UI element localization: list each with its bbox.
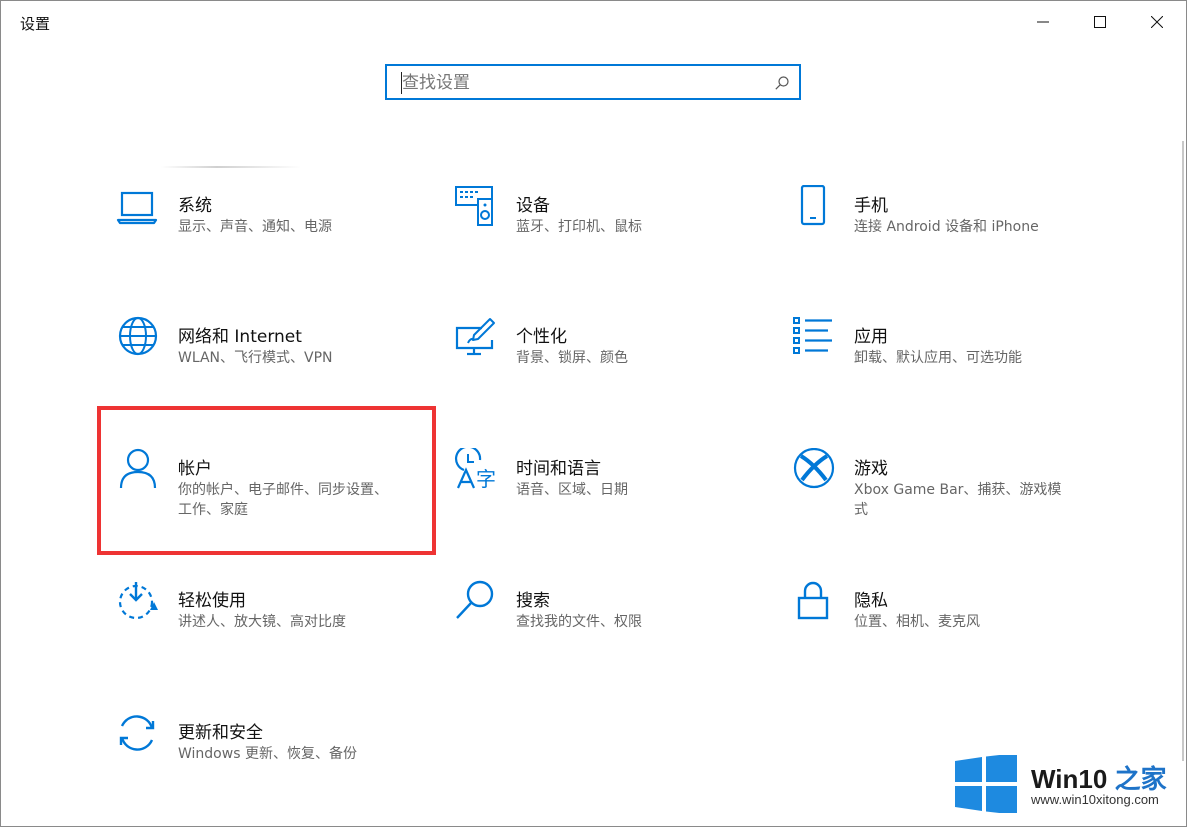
time-language-icon: 字 [454, 448, 496, 491]
minimize-icon [1037, 21, 1049, 23]
ease-of-access-icon [118, 582, 158, 620]
settings-window: 设置 系统 显示、声音、通知、电源 [0, 0, 1187, 827]
maximize-icon [1094, 16, 1106, 28]
tile-subtitle: 讲述人、放大镜、高对比度 [178, 614, 346, 630]
watermark-url: www.win10xitong.com [1031, 792, 1159, 807]
tile-phone[interactable]: 手机 连接 Android 设备和 iPhone [792, 185, 1112, 295]
close-button[interactable] [1134, 1, 1180, 43]
watermark: Win10 之家 www.win10xitong.com [955, 755, 1180, 815]
search-input[interactable] [401, 72, 762, 94]
tile-title: 网络和 Internet [178, 327, 302, 347]
watermark-brand-zh: 之家 [1114, 764, 1167, 794]
tile-title: 帐户 [178, 459, 212, 479]
tile-title: 手机 [854, 196, 888, 216]
tile-title: 游戏 [854, 459, 888, 479]
watermark-brand-en: Win10 [1031, 764, 1108, 794]
tile-title: 时间和语言 [516, 459, 601, 479]
tile-subtitle: Windows 更新、恢复、备份 [178, 746, 357, 762]
tile-title: 设备 [516, 196, 550, 216]
tile-devices[interactable]: 设备 蓝牙、打印机、鼠标 [454, 185, 774, 295]
tile-subtitle: WLAN、飞行模式、VPN [178, 350, 333, 366]
tile-subtitle: 语音、区域、日期 [516, 482, 628, 498]
tile-title: 搜索 [516, 591, 550, 611]
xbox-icon [793, 448, 835, 489]
personalize-icon [455, 318, 495, 356]
tile-time-language[interactable]: 字 时间和语言 语音、区域、日期 [454, 448, 774, 558]
tile-accounts[interactable]: 帐户 你的帐户、电子邮件、同步设置、工作、家庭 [116, 448, 436, 558]
tile-title: 系统 [178, 196, 212, 216]
tile-search[interactable]: 搜索 查找我的文件、权限 [454, 580, 774, 690]
tile-subtitle: 连接 Android 设备和 iPhone [854, 219, 1039, 235]
maximize-button[interactable] [1077, 1, 1123, 43]
tile-title: 轻松使用 [178, 591, 246, 611]
windows-logo-icon [955, 755, 1017, 813]
update-icon [119, 715, 155, 751]
window-title: 设置 [20, 15, 51, 33]
tile-title: 个性化 [516, 327, 567, 347]
tile-subtitle: 显示、声音、通知、电源 [178, 219, 332, 235]
tile-subtitle: 你的帐户、电子邮件、同步设置、工作、家庭 [178, 482, 388, 518]
tile-subtitle: 卸载、默认应用、可选功能 [854, 350, 1022, 366]
lock-icon [797, 581, 829, 620]
search-box[interactable] [385, 64, 801, 100]
devices-icon [455, 186, 493, 226]
tile-title: 更新和安全 [178, 723, 263, 743]
phone-icon [800, 185, 826, 226]
person-icon [119, 448, 157, 489]
tile-ease-of-access[interactable]: 轻松使用 讲述人、放大镜、高对比度 [116, 580, 436, 690]
tile-subtitle: 蓝牙、打印机、鼠标 [516, 219, 642, 235]
tile-privacy[interactable]: 隐私 位置、相机、麦克风 [792, 580, 1112, 690]
divider [161, 166, 301, 168]
search-icon [456, 580, 494, 619]
tile-subtitle: 查找我的文件、权限 [516, 614, 642, 630]
tile-subtitle: Xbox Game Bar、捕获、游戏模式 [854, 482, 1062, 518]
globe-icon [118, 316, 158, 356]
tile-update-security[interactable]: 更新和安全 Windows 更新、恢复、备份 [116, 712, 436, 822]
tile-system[interactable]: 系统 显示、声音、通知、电源 [116, 185, 436, 295]
tile-subtitle: 背景、锁屏、颜色 [516, 350, 628, 366]
tile-subtitle: 位置、相机、麦克风 [854, 614, 980, 630]
apps-list-icon [793, 317, 832, 354]
minimize-button[interactable] [1020, 1, 1066, 43]
scrollbar[interactable] [1182, 141, 1184, 761]
title-bar: 设置 [1, 1, 1186, 43]
tile-title: 隐私 [854, 591, 888, 611]
close-icon [1151, 16, 1163, 28]
tile-gaming[interactable]: 游戏 Xbox Game Bar、捕获、游戏模式 [792, 448, 1112, 558]
tile-title: 应用 [854, 327, 888, 347]
svg-text:字: 字 [476, 467, 496, 491]
search-icon[interactable] [775, 76, 789, 90]
tile-apps[interactable]: 应用 卸载、默认应用、可选功能 [792, 316, 1112, 426]
laptop-icon [116, 191, 158, 225]
tile-personalization[interactable]: 个性化 背景、锁屏、颜色 [454, 316, 774, 426]
watermark-brand: Win10 之家 [1031, 759, 1167, 796]
